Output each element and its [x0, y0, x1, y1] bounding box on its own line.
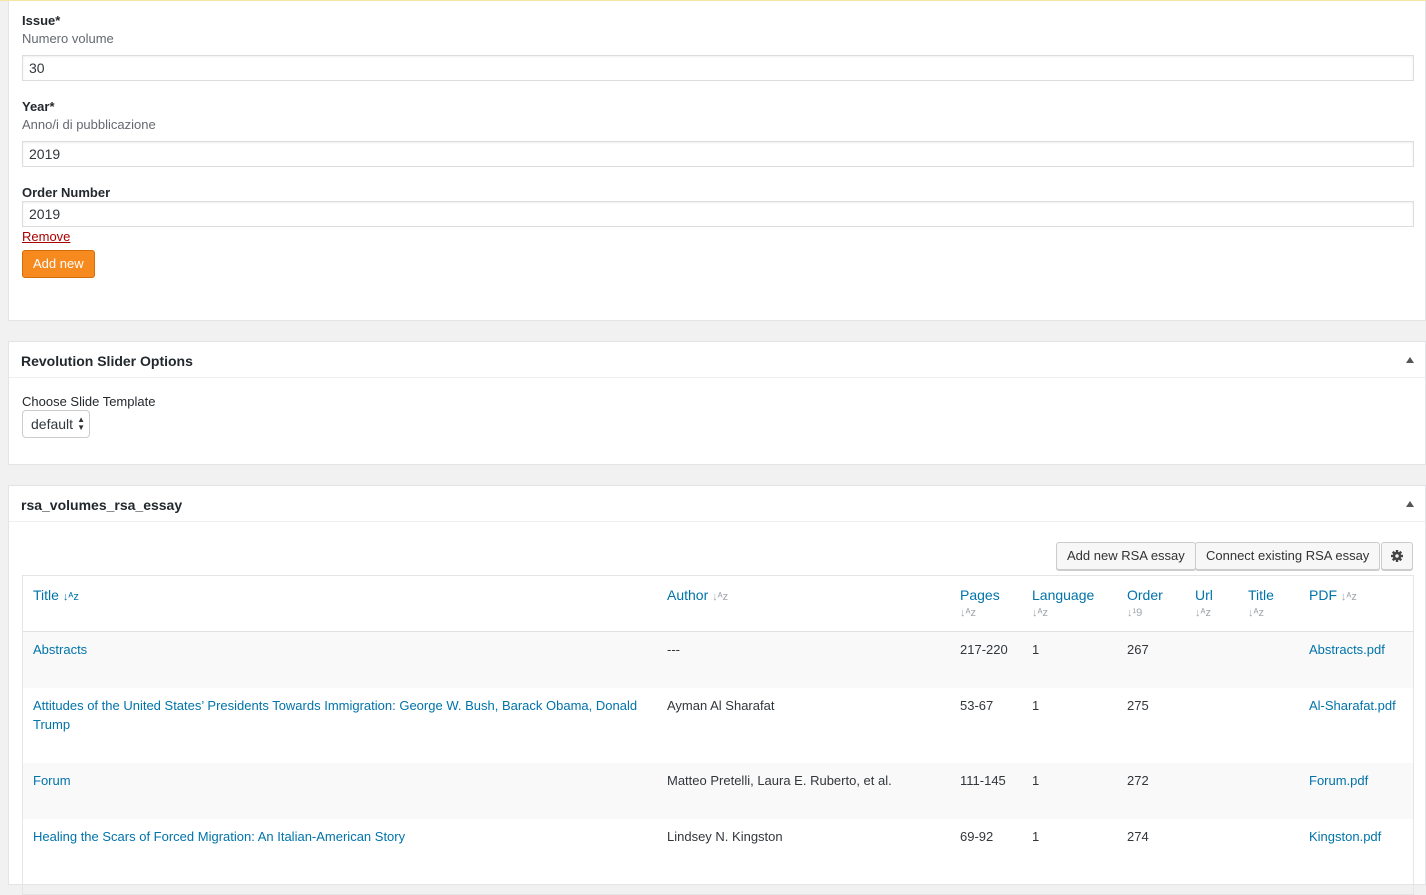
table-row: Abstracts --- 217-220 1 267 Abstracts.pd…: [23, 632, 1413, 688]
add-new-rsa-essay-button[interactable]: Add new RSA essay: [1056, 542, 1196, 570]
gear-button[interactable]: [1381, 542, 1413, 570]
triangle-up-icon[interactable]: [1406, 357, 1414, 363]
column-header-title[interactable]: Title ↓ᴬz: [33, 587, 79, 603]
sort-alpha-icon: ↓ᴬz: [960, 607, 976, 619]
essay-table: Title ↓ᴬz Author ↓ᴬz Pages ↓ᴬz Language …: [22, 575, 1414, 895]
column-label: Author: [667, 587, 709, 603]
essay-language: 1: [1032, 698, 1040, 713]
essay-pdf-link[interactable]: Abstracts.pdf: [1309, 640, 1385, 659]
choose-template-label: Choose Slide Template: [22, 394, 156, 409]
remove-link[interactable]: Remove: [22, 229, 70, 244]
column-header-pdf[interactable]: PDF ↓ᴬz: [1309, 587, 1357, 603]
sort-alpha-icon: ↓ᴬz: [1032, 607, 1048, 619]
sort-alpha-icon: ↓ᴬz: [1248, 607, 1264, 619]
column-header-language[interactable]: Language ↓ᴬz: [1032, 587, 1094, 619]
essay-language: 1: [1032, 829, 1040, 844]
essay-title-link[interactable]: Abstracts: [33, 640, 87, 659]
table-row: Healing the Scars of Forced Migration: A…: [23, 819, 1413, 894]
essay-author: Lindsey N. Kingston: [667, 829, 783, 844]
essay-pdf-link[interactable]: Kingston.pdf: [1309, 827, 1381, 846]
column-header-pages[interactable]: Pages ↓ᴬz: [960, 587, 1000, 619]
essay-order: 272: [1127, 773, 1149, 788]
essay-author: ---: [667, 642, 680, 657]
essay-title-link[interactable]: Attitudes of the United States’ Presiden…: [33, 696, 643, 734]
issue-input[interactable]: 30: [22, 55, 1414, 81]
essay-order: 267: [1127, 642, 1149, 657]
column-label: Order: [1127, 587, 1163, 603]
revolution-slider-panel: Revolution Slider Options Choose Slide T…: [8, 341, 1426, 465]
essay-title-link[interactable]: Forum: [33, 771, 71, 790]
table-row: Forum Matteo Pretelli, Laura E. Ruberto,…: [23, 763, 1413, 819]
volume-fields-panel: Issue* Numero volume 30 Year* Anno/i di …: [8, 1, 1426, 321]
select-value: default: [31, 416, 74, 432]
triangle-up-icon[interactable]: [1406, 501, 1414, 507]
order-number-input[interactable]: 2019: [22, 201, 1414, 227]
essay-pages: 217-220: [960, 642, 1008, 657]
column-label: Url: [1195, 587, 1213, 603]
column-label: PDF: [1309, 587, 1337, 603]
panel-header[interactable]: rsa_volumes_rsa_essay: [9, 486, 1425, 522]
column-header-title-2[interactable]: Title ↓ᴬz: [1248, 587, 1274, 619]
select-arrows-icon: ▲ ▼: [77, 415, 85, 432]
issue-label: Issue*: [22, 13, 61, 28]
column-header-url[interactable]: Url ↓ᴬz: [1195, 587, 1213, 619]
year-description: Anno/i di pubblicazione: [22, 117, 156, 132]
panel-header[interactable]: Revolution Slider Options: [9, 342, 1425, 378]
year-label: Year*: [22, 99, 55, 114]
table-row: Attitudes of the United States’ Presiden…: [23, 688, 1413, 763]
column-label: Title: [1248, 587, 1274, 603]
rsa-essay-panel: rsa_volumes_rsa_essay Add new RSA essay …: [8, 485, 1426, 895]
essay-language: 1: [1032, 642, 1040, 657]
panel-title: rsa_volumes_rsa_essay: [21, 497, 183, 513]
essay-language: 1: [1032, 773, 1040, 788]
sort-alpha-icon: ↓ᴬz: [712, 591, 729, 603]
essay-author: Matteo Pretelli, Laura E. Ruberto, et al…: [667, 773, 892, 788]
essay-pages: 53-67: [960, 698, 994, 713]
column-header-author[interactable]: Author ↓ᴬz: [667, 587, 728, 603]
column-label: Language: [1032, 587, 1095, 603]
issue-description: Numero volume: [22, 31, 114, 46]
essay-author: Ayman Al Sharafat: [667, 698, 775, 713]
column-label: Pages: [960, 587, 1000, 603]
year-input[interactable]: 2019: [22, 141, 1414, 167]
essay-order: 275: [1127, 698, 1149, 713]
essay-pdf-link[interactable]: Forum.pdf: [1309, 771, 1368, 790]
add-new-button[interactable]: Add new: [22, 250, 95, 278]
essay-pages: 111-145: [960, 773, 1006, 788]
essay-pages: 69-92: [960, 829, 994, 844]
sort-numeric-icon: ↓¹9: [1127, 607, 1143, 619]
gear-icon: [1391, 550, 1403, 562]
sort-alpha-icon: ↓ᴬz: [1195, 607, 1211, 619]
sort-alpha-icon: ↓ᴬz: [1340, 591, 1357, 603]
essay-pdf-link[interactable]: Al-Sharafat.pdf: [1309, 696, 1396, 715]
panel-title: Revolution Slider Options: [21, 353, 193, 369]
column-label: Title: [33, 587, 59, 603]
order-number-label: Order Number: [22, 185, 111, 200]
sort-alpha-icon: ↓ᴬz: [62, 591, 79, 603]
connect-existing-rsa-essay-button[interactable]: Connect existing RSA essay: [1195, 542, 1381, 570]
essay-order: 274: [1127, 829, 1149, 844]
slide-template-select[interactable]: default ▲ ▼: [22, 410, 90, 438]
essay-title-link[interactable]: Healing the Scars of Forced Migration: A…: [33, 827, 405, 846]
column-header-order[interactable]: Order ↓¹9: [1127, 587, 1163, 619]
